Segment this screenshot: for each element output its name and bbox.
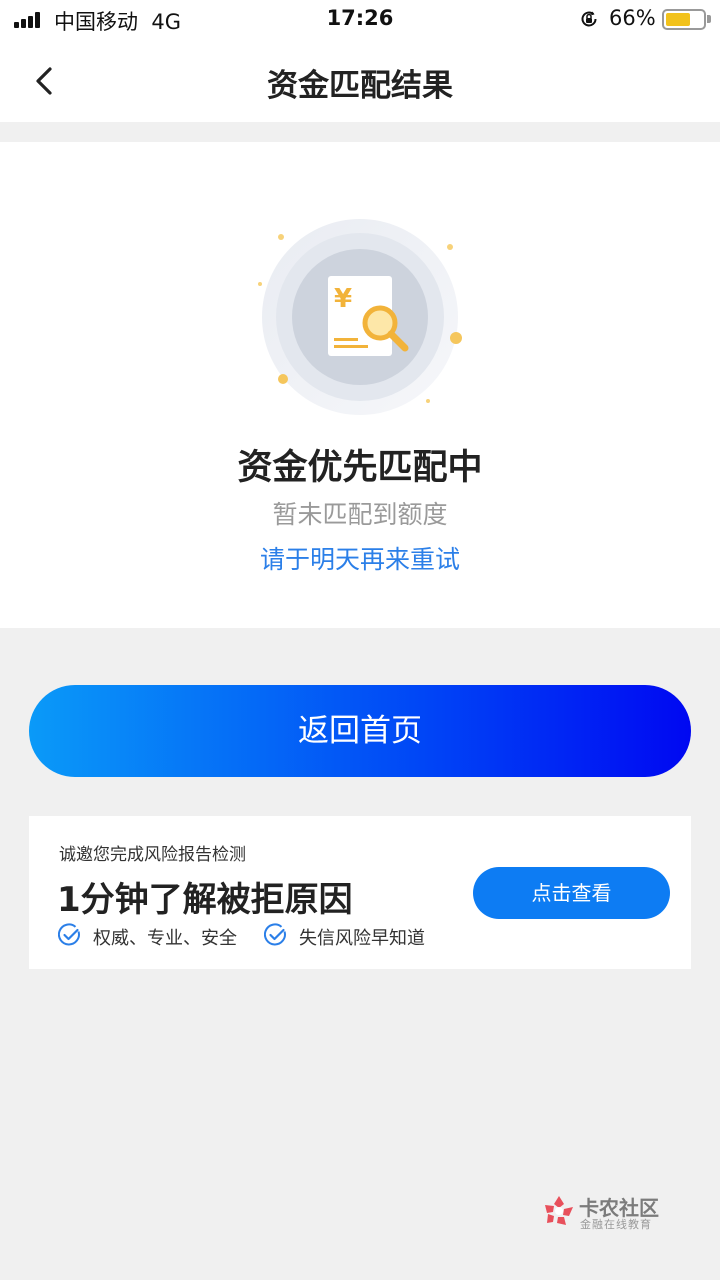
result-subtitle: 暂未匹配到额度 xyxy=(272,500,448,529)
promo-invite: 诚邀您完成风险报告检测 xyxy=(59,845,246,865)
battery-level xyxy=(666,13,690,26)
battery-icon xyxy=(662,9,706,30)
promo-headline: 1分钟了解被拒原因 xyxy=(57,880,353,920)
kanong-logo-icon xyxy=(545,1196,573,1225)
result-card: ¥ 资金优先匹配中 暂未匹配到额度 请于明天再来重试 xyxy=(0,142,720,628)
check-circle-icon xyxy=(58,923,80,946)
yuan-document-magnifier-icon: ¥ xyxy=(258,219,462,415)
watermark-slogan: 金融在线教育 xyxy=(580,1218,652,1231)
page-title: 资金匹配结果 xyxy=(267,68,453,104)
watermark-logo: 卡农社区 金融在线教育 xyxy=(541,1193,671,1233)
nav-bar: 资金匹配结果 xyxy=(0,40,720,122)
orientation-lock-icon xyxy=(581,11,597,27)
battery-tip xyxy=(707,15,711,23)
retry-hint: 请于明天再来重试 xyxy=(259,545,460,574)
battery-percent: 66% xyxy=(609,6,656,30)
feature-item: 失信风险早知道 xyxy=(299,928,425,949)
result-title: 资金优先匹配中 xyxy=(237,448,483,488)
check-circle-icon xyxy=(264,923,286,946)
return-home-button[interactable]: 返回首页 xyxy=(29,685,691,777)
status-bar: 中国移动 4G 17:26 66% xyxy=(0,0,720,40)
svg-text:¥: ¥ xyxy=(334,284,352,314)
feature-item: 权威、专业、安全 xyxy=(93,928,237,949)
risk-report-card: 诚邀您完成风险报告检测 1分钟了解被拒原因 权威、专业、安全 失信风险早知道 点… xyxy=(29,816,691,969)
view-report-button[interactable]: 点击查看 xyxy=(473,867,670,919)
